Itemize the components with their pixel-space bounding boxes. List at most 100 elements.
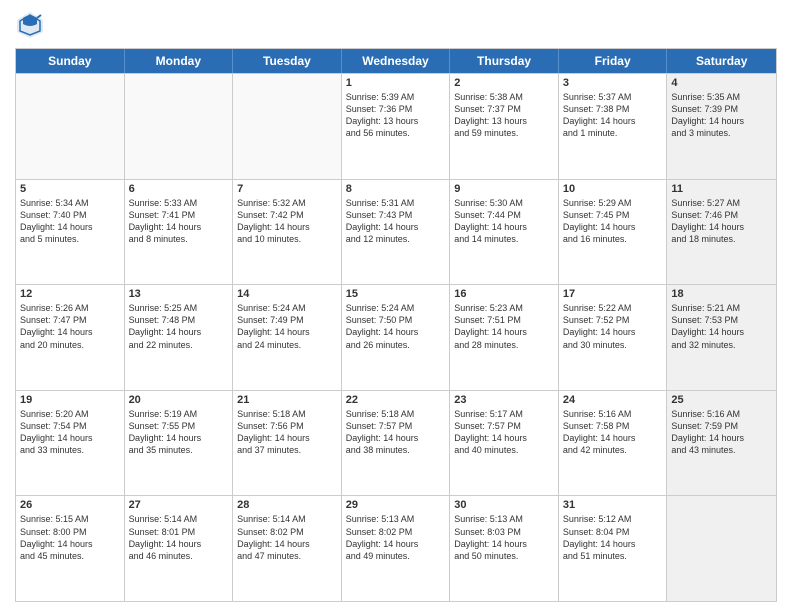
cell-info-line: Daylight: 14 hours xyxy=(20,432,120,444)
cell-info-line: Sunset: 7:41 PM xyxy=(129,209,229,221)
cell-info-line: Sunset: 7:59 PM xyxy=(671,420,772,432)
calendar-cell-30: 30Sunrise: 5:13 AMSunset: 8:03 PMDayligh… xyxy=(450,496,559,601)
cell-info-line: and 33 minutes. xyxy=(20,444,120,456)
calendar-header: SundayMondayTuesdayWednesdayThursdayFrid… xyxy=(16,49,776,73)
calendar-cell-23: 23Sunrise: 5:17 AMSunset: 7:57 PMDayligh… xyxy=(450,391,559,496)
calendar-cell-18: 18Sunrise: 5:21 AMSunset: 7:53 PMDayligh… xyxy=(667,285,776,390)
cell-info-line: Daylight: 14 hours xyxy=(129,221,229,233)
cell-info-line: Sunset: 7:57 PM xyxy=(346,420,446,432)
calendar-cell-2: 2Sunrise: 5:38 AMSunset: 7:37 PMDaylight… xyxy=(450,74,559,179)
calendar-cell-10: 10 Sunrise: 5:29 AMSunset: 7:45 PMDayligh… xyxy=(559,180,668,285)
day-number: 28 xyxy=(237,499,337,511)
cell-info-line: Daylight: 14 hours xyxy=(237,326,337,338)
cell-info-line: Sunset: 8:00 PM xyxy=(20,526,120,538)
cell-info-line: Sunset: 7:57 PM xyxy=(454,420,554,432)
cell-info-line: Sunrise: 5:31 AM xyxy=(346,197,446,209)
cell-info-line: and 14 minutes. xyxy=(454,233,554,245)
logo-icon xyxy=(15,10,45,40)
cell-info-line: Sunset: 7:58 PM xyxy=(563,420,663,432)
cell-info-line: Sunset: 8:02 PM xyxy=(346,526,446,538)
cell-info-line: and 24 minutes. xyxy=(237,339,337,351)
cell-info-line: Daylight: 14 hours xyxy=(563,115,663,127)
cell-info-line: and 51 minutes. xyxy=(563,550,663,562)
cell-info-line: Sunset: 8:01 PM xyxy=(129,526,229,538)
day-header-monday: Monday xyxy=(125,49,234,73)
cell-info-line: and 35 minutes. xyxy=(129,444,229,456)
cell-info-line: Sunset: 7:47 PM xyxy=(20,314,120,326)
cell-info-line: Sunset: 7:45 PM xyxy=(563,209,663,221)
day-header-friday: Friday xyxy=(559,49,668,73)
cell-info-line: Sunrise: 5:17 AM xyxy=(454,408,554,420)
cell-info-line: Sunrise: 5:18 AM xyxy=(346,408,446,420)
cell-info-line: Sunset: 7:56 PM xyxy=(237,420,337,432)
cell-info-line: Sunrise: 5:20 AM xyxy=(20,408,120,420)
cell-info-line: Sunset: 7:43 PM xyxy=(346,209,446,221)
calendar-cell-11: 11Sunrise: 5:27 AMSunset: 7:46 PMDayligh… xyxy=(667,180,776,285)
calendar-cell-12: 12Sunrise: 5:26 AMSunset: 7:47 PMDayligh… xyxy=(16,285,125,390)
cell-info-line: Sunset: 7:49 PM xyxy=(237,314,337,326)
calendar-cell-29: 29Sunrise: 5:13 AMSunset: 8:02 PMDayligh… xyxy=(342,496,451,601)
day-header-saturday: Saturday xyxy=(667,49,776,73)
day-number: 23 xyxy=(454,394,554,406)
cell-info-line: and 22 minutes. xyxy=(129,339,229,351)
cell-info-line: Sunrise: 5:30 AM xyxy=(454,197,554,209)
cell-info-line: and 40 minutes. xyxy=(454,444,554,456)
calendar-cell-14: 14Sunrise: 5:24 AMSunset: 7:49 PMDayligh… xyxy=(233,285,342,390)
day-number: 4 xyxy=(671,77,772,89)
calendar-cell-17: 17Sunrise: 5:22 AMSunset: 7:52 PMDayligh… xyxy=(559,285,668,390)
calendar-cell-26: 26Sunrise: 5:15 AMSunset: 8:00 PMDayligh… xyxy=(16,496,125,601)
cell-info-line: and 42 minutes. xyxy=(563,444,663,456)
cell-info-line: and 46 minutes. xyxy=(129,550,229,562)
logo xyxy=(15,10,49,40)
cell-info-line: Sunrise: 5:29 AM xyxy=(563,197,663,209)
calendar-cell-4: 4Sunrise: 5:35 AMSunset: 7:39 PMDaylight… xyxy=(667,74,776,179)
cell-info-line: Sunset: 8:03 PM xyxy=(454,526,554,538)
day-number: 24 xyxy=(563,394,663,406)
cell-info-line: Daylight: 14 hours xyxy=(129,326,229,338)
day-number: 10 xyxy=(563,183,663,195)
cell-info-line: Sunrise: 5:34 AM xyxy=(20,197,120,209)
calendar-cell-19: 19Sunrise: 5:20 AMSunset: 7:54 PMDayligh… xyxy=(16,391,125,496)
day-number: 8 xyxy=(346,183,446,195)
cell-info-line: Sunrise: 5:24 AM xyxy=(346,302,446,314)
day-number: 13 xyxy=(129,288,229,300)
calendar-cell-empty-4-6 xyxy=(667,496,776,601)
cell-info-line: Daylight: 14 hours xyxy=(563,538,663,550)
cell-info-line: Daylight: 14 hours xyxy=(563,221,663,233)
calendar-cell-empty-0-0 xyxy=(16,74,125,179)
cell-info-line: and 28 minutes. xyxy=(454,339,554,351)
cell-info-line: Sunset: 7:38 PM xyxy=(563,103,663,115)
cell-info-line: Daylight: 14 hours xyxy=(237,538,337,550)
cell-info-line: and 18 minutes. xyxy=(671,233,772,245)
calendar-cell-25: 25Sunrise: 5:16 AMSunset: 7:59 PMDayligh… xyxy=(667,391,776,496)
cell-info-line: Sunrise: 5:23 AM xyxy=(454,302,554,314)
day-number: 6 xyxy=(129,183,229,195)
cell-info-line: Daylight: 14 hours xyxy=(346,326,446,338)
cell-info-line: and 16 minutes. xyxy=(563,233,663,245)
day-header-tuesday: Tuesday xyxy=(233,49,342,73)
cell-info-line: Sunrise: 5:13 AM xyxy=(346,513,446,525)
cell-info-line: Daylight: 14 hours xyxy=(454,221,554,233)
cell-info-line: Daylight: 14 hours xyxy=(20,221,120,233)
cell-info-line: Daylight: 13 hours xyxy=(454,115,554,127)
calendar-cell-9: 9Sunrise: 5:30 AMSunset: 7:44 PMDaylight… xyxy=(450,180,559,285)
day-number: 16 xyxy=(454,288,554,300)
cell-info-line: and 37 minutes. xyxy=(237,444,337,456)
cell-info-line: Sunrise: 5:27 AM xyxy=(671,197,772,209)
cell-info-line: Sunset: 7:53 PM xyxy=(671,314,772,326)
cell-info-line: Sunset: 7:36 PM xyxy=(346,103,446,115)
cell-info-line: and 50 minutes. xyxy=(454,550,554,562)
cell-info-line: and 49 minutes. xyxy=(346,550,446,562)
cell-info-line: Daylight: 14 hours xyxy=(346,432,446,444)
cell-info-line: Daylight: 14 hours xyxy=(346,221,446,233)
calendar-body: 1Sunrise: 5:39 AMSunset: 7:36 PMDaylight… xyxy=(16,73,776,601)
cell-info-line: Daylight: 14 hours xyxy=(671,115,772,127)
day-number: 12 xyxy=(20,288,120,300)
cell-info-line: Daylight: 14 hours xyxy=(346,538,446,550)
day-number: 17 xyxy=(563,288,663,300)
cell-info-line: Daylight: 13 hours xyxy=(346,115,446,127)
cell-info-line: Sunset: 7:55 PM xyxy=(129,420,229,432)
calendar-cell-27: 27Sunrise: 5:14 AMSunset: 8:01 PMDayligh… xyxy=(125,496,234,601)
calendar-cell-31: 31Sunrise: 5:12 AMSunset: 8:04 PMDayligh… xyxy=(559,496,668,601)
day-number: 20 xyxy=(129,394,229,406)
